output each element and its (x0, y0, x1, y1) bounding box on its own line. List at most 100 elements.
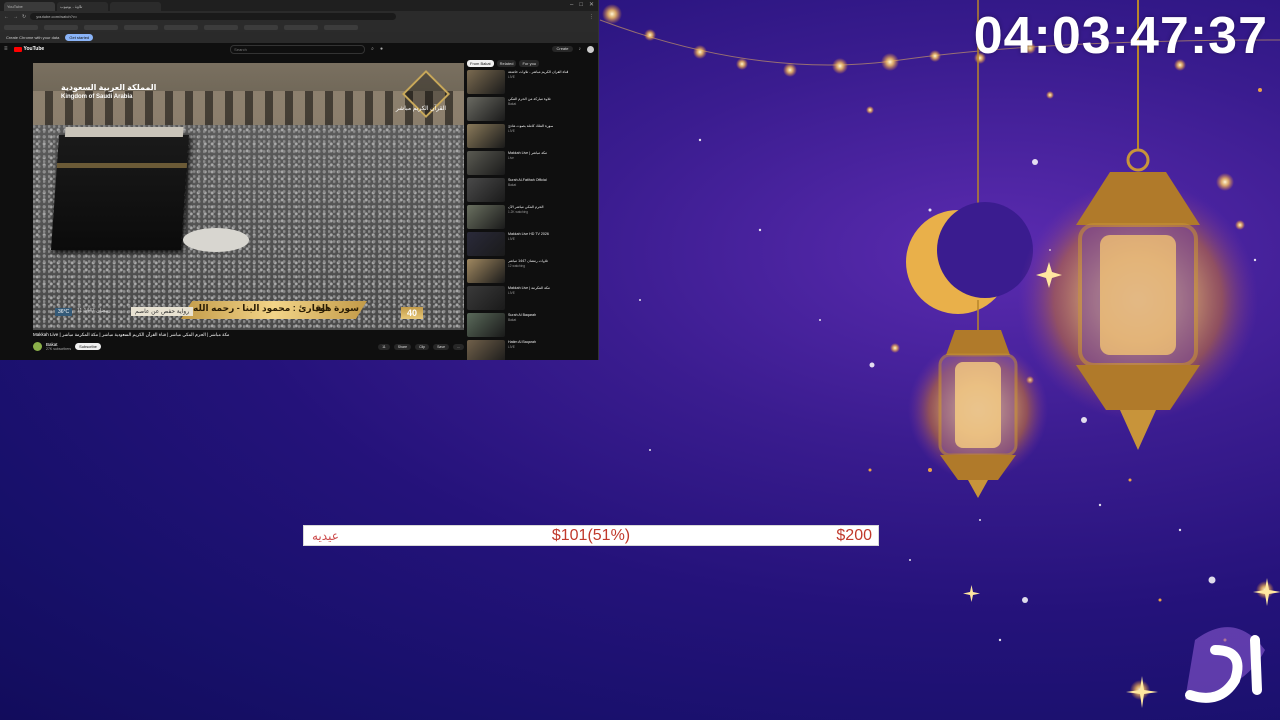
recommendation-meta: Live (508, 156, 514, 161)
recommendation-meta: LIVE (508, 129, 515, 134)
recommendation-item[interactable]: تلاوة مباركة من الحرم المكي Bakat (467, 97, 595, 123)
video-thumbnail[interactable] (467, 97, 505, 121)
recommendation-title[interactable]: سورة الملك كاملة بصوت هادئ (508, 124, 553, 128)
mic-icon[interactable]: ● (380, 46, 383, 52)
reciter-label: القارئ : محمود البنا - رحمه الله (193, 303, 329, 313)
close-icon[interactable]: ✕ (589, 0, 594, 11)
tab-strip: YouTube تلاوة - يوتيوب – □ ✕ (0, 0, 598, 11)
extensions-icon[interactable]: ⋮ (589, 14, 594, 20)
bookmark-item[interactable] (204, 24, 238, 30)
recommendation-title[interactable]: Makkah Live | مكة مباشر (508, 151, 547, 155)
video-thumbnail[interactable] (467, 232, 505, 256)
bookmark-item[interactable] (84, 24, 118, 30)
recommendation-item[interactable]: Makkah Live HD TV 2026 LIVE (467, 232, 595, 258)
countdown-timer: 04:03:47:37 (973, 7, 1268, 65)
video-thumbnail[interactable] (467, 124, 505, 148)
bookmark-item[interactable] (44, 24, 78, 30)
reload-icon[interactable]: ↻ (22, 14, 26, 20)
video-thumbnail[interactable] (467, 151, 505, 175)
recommendation-item[interactable]: الحرم المكي مباشر الآن 1.2K watching (467, 205, 595, 231)
recommendation-meta: 1.2K watching (508, 210, 529, 215)
video-thumbnail[interactable] (467, 340, 505, 360)
lantern-icon-large (1018, 148, 1258, 450)
video-thumbnail[interactable] (467, 313, 505, 337)
menu-icon[interactable]: ≡ (4, 46, 8, 52)
chip-row: From Bakat Related For you (467, 60, 595, 67)
search-icon[interactable]: ⌕ (371, 46, 374, 52)
new-tab[interactable] (110, 2, 161, 11)
bookmark-item[interactable] (284, 24, 318, 30)
recommendation-text: قناة القرآن الكريم مباشر - تلاوات خاشعة L… (508, 70, 568, 96)
date-label: 11 رمضان 1447 (77, 308, 111, 314)
recommendations-sidebar: From Bakat Related For you قناة القرآن ا… (467, 60, 595, 360)
chip-from-channel[interactable]: From Bakat (467, 60, 494, 67)
recommendation-text: Makkah Live | مكة المكرمة LIVE (508, 286, 550, 312)
video-thumbnail[interactable] (467, 286, 505, 310)
minimize-icon[interactable]: – (570, 0, 573, 11)
recommendation-title[interactable]: Surah Al Baqarah (508, 313, 536, 317)
bookmark-item[interactable] (164, 24, 198, 30)
video-player[interactable]: المملكة العربية السعودية Kingdom of Saud… (33, 63, 464, 330)
bookmark-item[interactable] (244, 24, 278, 30)
recommendation-item[interactable]: Hatim Al Baqarah LIVE (467, 340, 595, 360)
chip-related[interactable]: Related (496, 60, 517, 67)
video-thumbnail[interactable] (467, 205, 505, 229)
recommendation-title[interactable]: Makkah Live HD TV 2026 (508, 232, 549, 236)
tab-tilawa[interactable]: تلاوة - يوتيوب (57, 2, 108, 11)
recommendation-text: Surah Al-Fatihah Official Bakat (508, 178, 547, 204)
recommendation-item[interactable]: Makkah Live | مكة المكرمة LIVE (467, 286, 595, 312)
video-thumbnail[interactable] (467, 178, 505, 202)
action-bar: 11 Share Clip Save ... (378, 343, 464, 350)
kaaba (50, 127, 190, 250)
bookmark-item[interactable] (4, 24, 38, 30)
video-thumbnail[interactable] (467, 70, 505, 94)
subscribe-button[interactable]: Subscribe (75, 343, 101, 350)
recommendation-title[interactable]: تلاوات رمضان 1447 مباشر (508, 259, 548, 263)
recommendation-title[interactable]: Surah Al-Fatihah Official (508, 178, 547, 182)
browser-window: YouTube تلاوة - يوتيوب – □ ✕ ← → ↻ youtu… (0, 0, 599, 360)
recommendation-item[interactable]: قناة القرآن الكريم مباشر - تلاوات خاشعة L… (467, 70, 595, 96)
recommendation-title[interactable]: Hatim Al Baqarah (508, 340, 536, 344)
more-button[interactable]: ... (453, 343, 464, 350)
lantern-icon-small (908, 330, 1048, 498)
maqam-ibrahim (183, 228, 249, 252)
surah-label: سورة هود (315, 303, 359, 313)
address-bar[interactable]: youtube.com/watch?v= (30, 13, 397, 20)
search-input[interactable]: Search (230, 44, 366, 54)
avatar[interactable] (587, 45, 594, 53)
recommendation-title[interactable]: Makkah Live | مكة المكرمة (508, 286, 550, 290)
share-button[interactable]: Share (393, 343, 412, 350)
recommendation-item[interactable]: Surah Al Baqarah Bakat (467, 313, 595, 339)
time-badge: 40 (401, 307, 424, 319)
recommendation-title[interactable]: تلاوة مباركة من الحرم المكي (508, 97, 551, 101)
maximize-icon[interactable]: □ (579, 0, 583, 11)
clip-button[interactable]: Clip (415, 343, 430, 350)
youtube-logo-icon[interactable]: YouTube (13, 46, 44, 52)
recommendation-title[interactable]: قناة القرآن الكريم مباشر - تلاوات خاشعة (508, 70, 568, 74)
forward-icon[interactable]: → (13, 14, 18, 20)
chip-for-you[interactable]: For you (519, 60, 540, 67)
corner-calligraphy-logo (1185, 627, 1265, 703)
bell-icon[interactable]: ♪ (579, 46, 582, 52)
create-button[interactable]: Create (552, 46, 573, 52)
youtube-header: ≡ YouTube Search ⌕ ● Create ♪ (0, 43, 598, 55)
recommendation-item[interactable]: تلاوات رمضان 1447 مباشر 12 watching (467, 259, 595, 285)
donation-goal-bar: عيديه $101(51%) $200 (303, 525, 879, 546)
recommendation-title[interactable]: الحرم المكي مباشر الآن (508, 205, 544, 209)
video-thumbnail[interactable] (467, 259, 505, 283)
recommendation-item[interactable]: سورة الملك كاملة بصوت هادئ LIVE (467, 124, 595, 150)
back-icon[interactable]: ← (4, 14, 9, 20)
recommendation-text: Makkah Live | مكة مباشر Live (508, 151, 547, 177)
bookmark-item[interactable] (324, 24, 358, 30)
recommendation-item[interactable]: Surah Al-Fatihah Official Bakat (467, 178, 595, 204)
tab-youtube[interactable]: YouTube (4, 2, 55, 11)
recommendation-meta: LIVE (508, 237, 515, 242)
like-button[interactable]: 11 (378, 343, 390, 350)
moon-crescent-icon (906, 202, 1033, 314)
recommendation-item[interactable]: Makkah Live | مكة مباشر Live (467, 151, 595, 177)
channel-avatar[interactable] (33, 342, 42, 351)
save-button[interactable]: Save (433, 343, 450, 350)
bookmark-item[interactable] (124, 24, 158, 30)
get-started-button[interactable]: Get started (65, 34, 94, 41)
temperature-badge: 36°C (55, 308, 73, 316)
